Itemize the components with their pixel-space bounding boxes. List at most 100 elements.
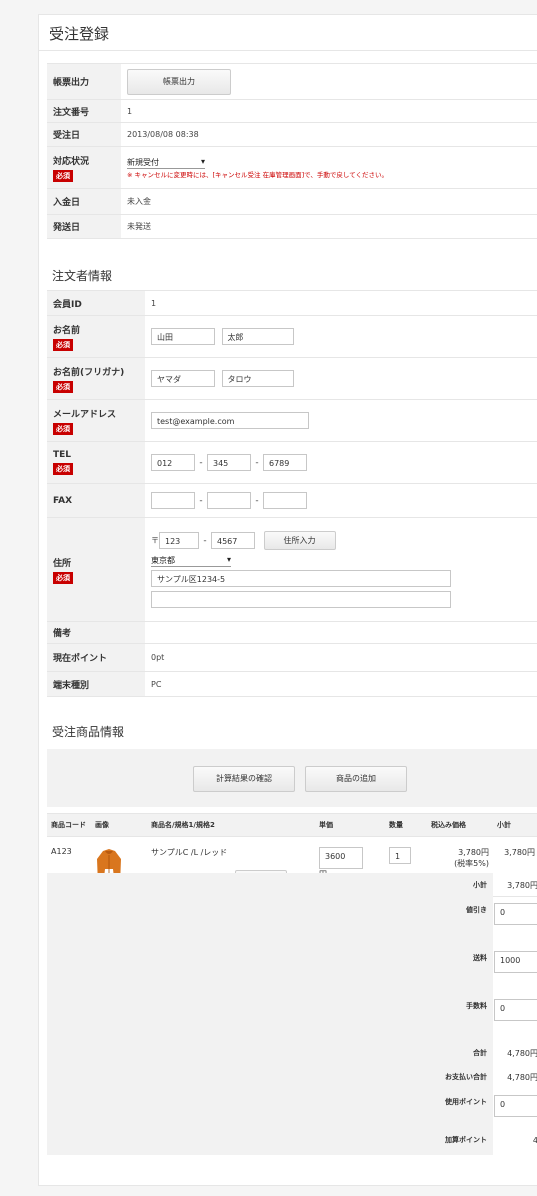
member-row: 会員ID 1 bbox=[47, 290, 537, 316]
first-kana-input[interactable]: タロウ bbox=[221, 370, 294, 387]
add-item-button[interactable]: 商品の追加 bbox=[305, 766, 407, 792]
note-label: 備考 bbox=[47, 621, 145, 644]
ship-value: 未発送 bbox=[121, 214, 537, 239]
zip1-input[interactable]: 123 bbox=[159, 532, 199, 549]
last-kana-input[interactable]: ヤマダ bbox=[151, 370, 215, 387]
qty-input[interactable]: 1 bbox=[389, 847, 411, 864]
member-id: 1 bbox=[145, 290, 537, 316]
required-badge: 必須 bbox=[53, 380, 73, 393]
goods-button-bar: 計算結果の確認 商品の追加 bbox=[47, 749, 537, 807]
status-select-value: 新規受付 bbox=[127, 157, 159, 167]
email-label: メールアドレス bbox=[53, 409, 117, 420]
required-badge: 必須 bbox=[53, 571, 73, 584]
fax3-input[interactable] bbox=[263, 492, 307, 509]
tel1-input[interactable]: 012 bbox=[151, 454, 195, 471]
name-label: お名前 bbox=[53, 325, 81, 336]
chevron-down-icon: ▾ bbox=[226, 555, 231, 564]
divider bbox=[39, 50, 537, 51]
order-date-label: 受注日 bbox=[47, 122, 121, 147]
shipping-input[interactable]: 1000 bbox=[494, 951, 537, 973]
payment-total-label: お支払い合計 bbox=[47, 1065, 493, 1089]
item-name: サンプルC /L /レッド bbox=[151, 848, 228, 857]
first-name-input[interactable]: 太郎 bbox=[221, 328, 294, 345]
pref-select[interactable]: 東京都 ▾ bbox=[151, 555, 231, 567]
order-edit-panel: 受注登録 帳票出力 帳票出力 注文番号 1 受注日 2013/08/08 08:… bbox=[38, 14, 537, 1186]
fee-label: 手数料 bbox=[47, 993, 493, 1041]
subtotal-label: 小計 bbox=[47, 873, 493, 897]
order-no-label: 注文番号 bbox=[47, 99, 121, 123]
fee-row: 手数料 0 bbox=[47, 993, 537, 1041]
payment-total-row: お支払い合計 4,780円 bbox=[47, 1065, 537, 1089]
address2-input[interactable] bbox=[151, 591, 451, 608]
status-row: 対応状況 必須 新規受付 ▾ ※ キャンセルに変更時には、[キャンセル受注 在庫管理… bbox=[47, 146, 537, 189]
zip-mark: 〒 bbox=[151, 536, 159, 545]
total-label: 合計 bbox=[47, 1041, 493, 1065]
discount-label: 値引き bbox=[47, 897, 493, 945]
tel-row: TEL 必須 012-345-6789 bbox=[47, 441, 537, 484]
summary-table: 小計 3,780円 値引き 0 送料 1000 手数料 0 合計 4,780円 … bbox=[47, 873, 537, 1155]
payment-row: 入金日 未入金 bbox=[47, 188, 537, 215]
pref-select-value: 東京都 bbox=[151, 556, 175, 565]
add-point-label: 加算ポイント bbox=[47, 1125, 493, 1155]
status-note: ※ キャンセルに変更時には、[キャンセル受注 在庫管理画面]で、手動で戻してくだ… bbox=[127, 170, 389, 179]
fax2-input[interactable] bbox=[207, 492, 251, 509]
col-taxprice: 税込み価格 bbox=[427, 813, 493, 837]
calc-button[interactable]: 計算結果の確認 bbox=[193, 766, 295, 792]
subtotal-value: 3,780円 bbox=[507, 880, 537, 890]
use-point-row: 使用ポイント 0 bbox=[47, 1089, 537, 1125]
dash: - bbox=[255, 495, 259, 506]
order-no-value: 1 bbox=[121, 99, 537, 123]
points-value: 0pt bbox=[145, 643, 537, 672]
points-row: 現在ポイント 0pt bbox=[47, 643, 537, 672]
total-row: 合計 4,780円 bbox=[47, 1041, 537, 1065]
status-select[interactable]: 新規受付 ▾ bbox=[127, 157, 205, 169]
price-input[interactable]: 3600 bbox=[319, 847, 363, 869]
fee-input[interactable]: 0 bbox=[494, 999, 537, 1021]
tel2-input[interactable]: 345 bbox=[207, 454, 251, 471]
zip-lookup-button[interactable]: 住所入力 bbox=[263, 531, 336, 550]
col-name: 商品名/規格1/規格2 bbox=[147, 813, 315, 837]
dash: - bbox=[199, 495, 203, 506]
device-row: 端末種別 PC bbox=[47, 671, 537, 697]
order-date-row: 受注日 2013/08/08 08:38 bbox=[47, 122, 537, 147]
goods-header-row: 商品コード 画像 商品名/規格1/規格2 単価 数量 税込み価格 小計 bbox=[47, 813, 537, 837]
shipping-label: 送料 bbox=[47, 945, 493, 993]
dash: - bbox=[199, 457, 203, 468]
tel3-input[interactable]: 6789 bbox=[263, 454, 307, 471]
device-value: PC bbox=[145, 671, 537, 697]
add-point-row: 加算ポイント 4 bbox=[47, 1125, 537, 1155]
customer-heading: 注文者情報 bbox=[52, 269, 113, 283]
page-title: 受注登録 bbox=[49, 25, 110, 43]
ship-label: 発送日 bbox=[47, 214, 121, 239]
chevron-down-icon: ▾ bbox=[200, 156, 205, 166]
customer-table: 会員ID 1 お名前 必須 山田 太郎 お名前(フリガナ) 必須 ヤマダ タロウ メ… bbox=[47, 290, 537, 697]
zip2-input[interactable]: 4567 bbox=[211, 532, 255, 549]
col-code: 商品コード bbox=[47, 813, 91, 837]
note-row: 備考 bbox=[47, 621, 537, 644]
address1-input[interactable]: サンプル区1234-5 bbox=[151, 570, 451, 587]
col-subtotal: 小計 bbox=[493, 813, 537, 837]
email-row: メールアドレス 必須 test@example.com bbox=[47, 399, 537, 442]
payment-label: 入金日 bbox=[47, 188, 121, 215]
use-point-input[interactable]: 0 bbox=[494, 1095, 537, 1117]
fax-label: FAX bbox=[47, 483, 145, 518]
note-value bbox=[145, 621, 537, 644]
required-badge: 必須 bbox=[53, 169, 73, 182]
total-value: 4,780円 bbox=[507, 1048, 537, 1058]
tax-price: 3,780円 bbox=[458, 848, 489, 857]
name-row: お名前 必須 山田 太郎 bbox=[47, 315, 537, 358]
fax1-input[interactable] bbox=[151, 492, 195, 509]
add-point-value: 4 bbox=[532, 1135, 537, 1145]
print-button[interactable]: 帳票出力 bbox=[127, 68, 231, 95]
address-label: 住所 bbox=[53, 558, 72, 569]
payment-total-value: 4,780円 bbox=[507, 1072, 537, 1082]
discount-row: 値引き 0 bbox=[47, 897, 537, 945]
order-date-value: 2013/08/08 08:38 bbox=[121, 122, 537, 147]
discount-input[interactable]: 0 bbox=[494, 903, 537, 925]
payment-value: 未入金 bbox=[121, 188, 537, 215]
email-input[interactable]: test@example.com bbox=[151, 412, 309, 429]
col-qty: 数量 bbox=[385, 813, 427, 837]
ship-row: 発送日 未発送 bbox=[47, 214, 537, 239]
order-table: 帳票出力 帳票出力 注文番号 1 受注日 2013/08/08 08:38 対応… bbox=[47, 63, 537, 239]
last-name-input[interactable]: 山田 bbox=[151, 328, 215, 345]
